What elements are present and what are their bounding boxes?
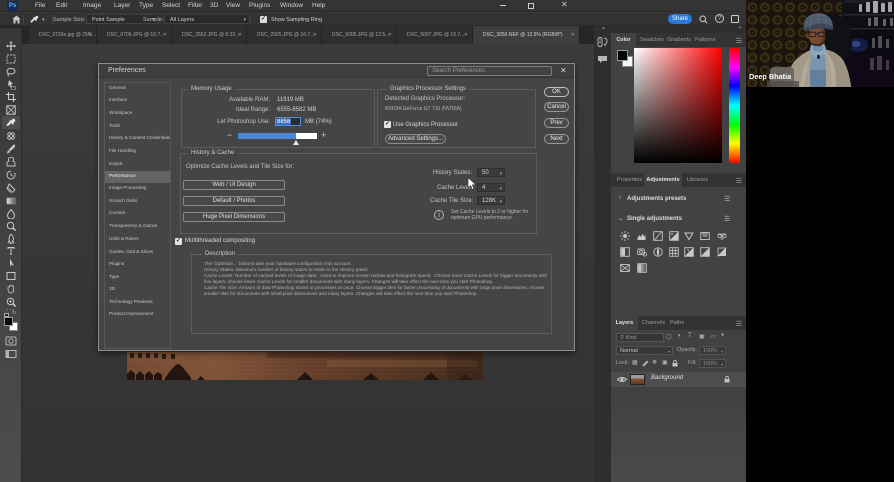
svg-text:Deep Bhatia: Deep Bhatia	[749, 72, 792, 81]
